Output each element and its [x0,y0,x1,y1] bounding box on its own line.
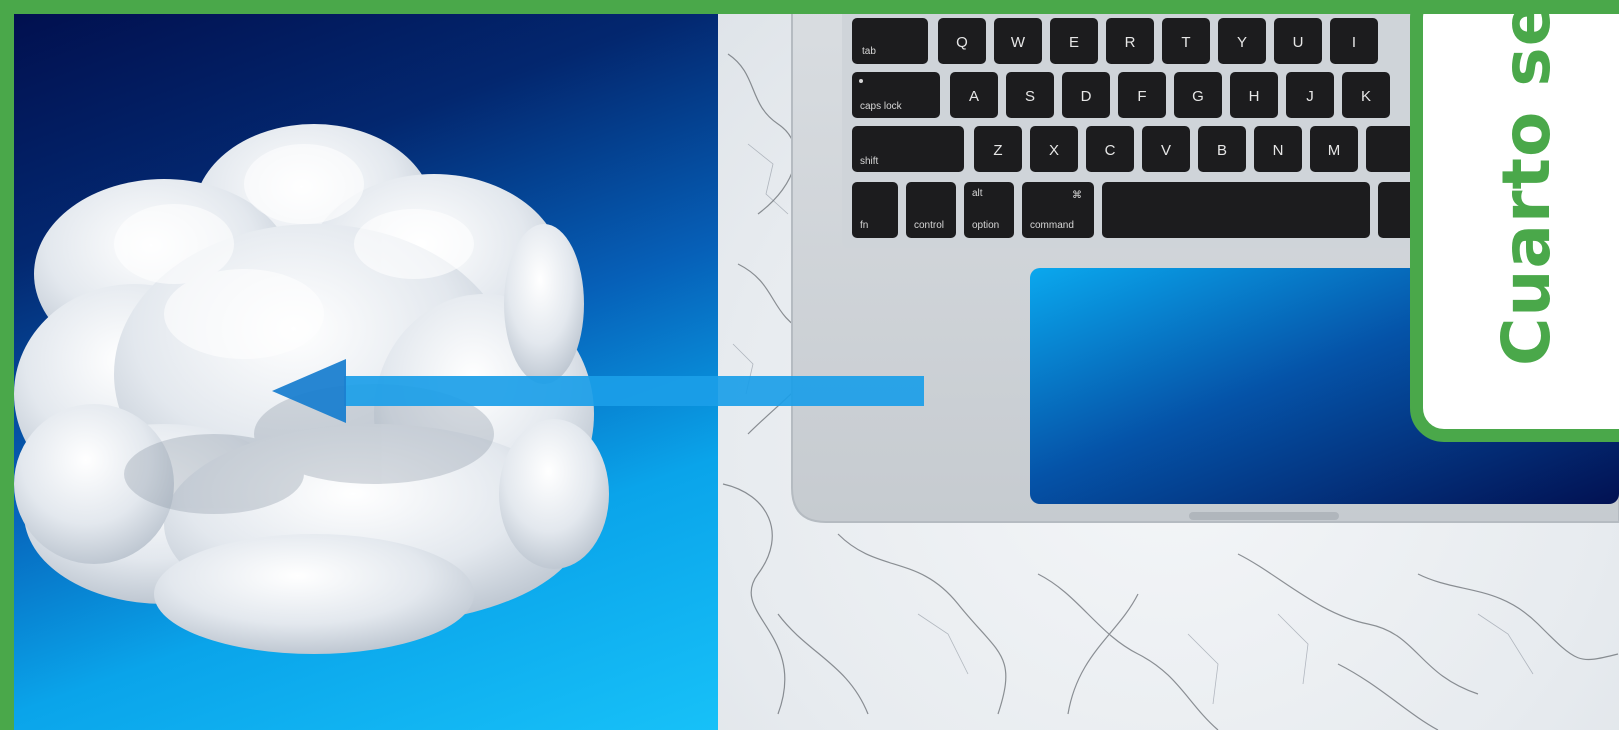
transfer-arrow-icon [272,359,924,423]
green-border-frame: tab Q W E R T Y U I caps lock A S D F G … [0,0,1619,730]
card-title: Cuarto se [1488,14,1565,366]
image-canvas: tab Q W E R T Y U I caps lock A S D F G … [14,14,1619,730]
